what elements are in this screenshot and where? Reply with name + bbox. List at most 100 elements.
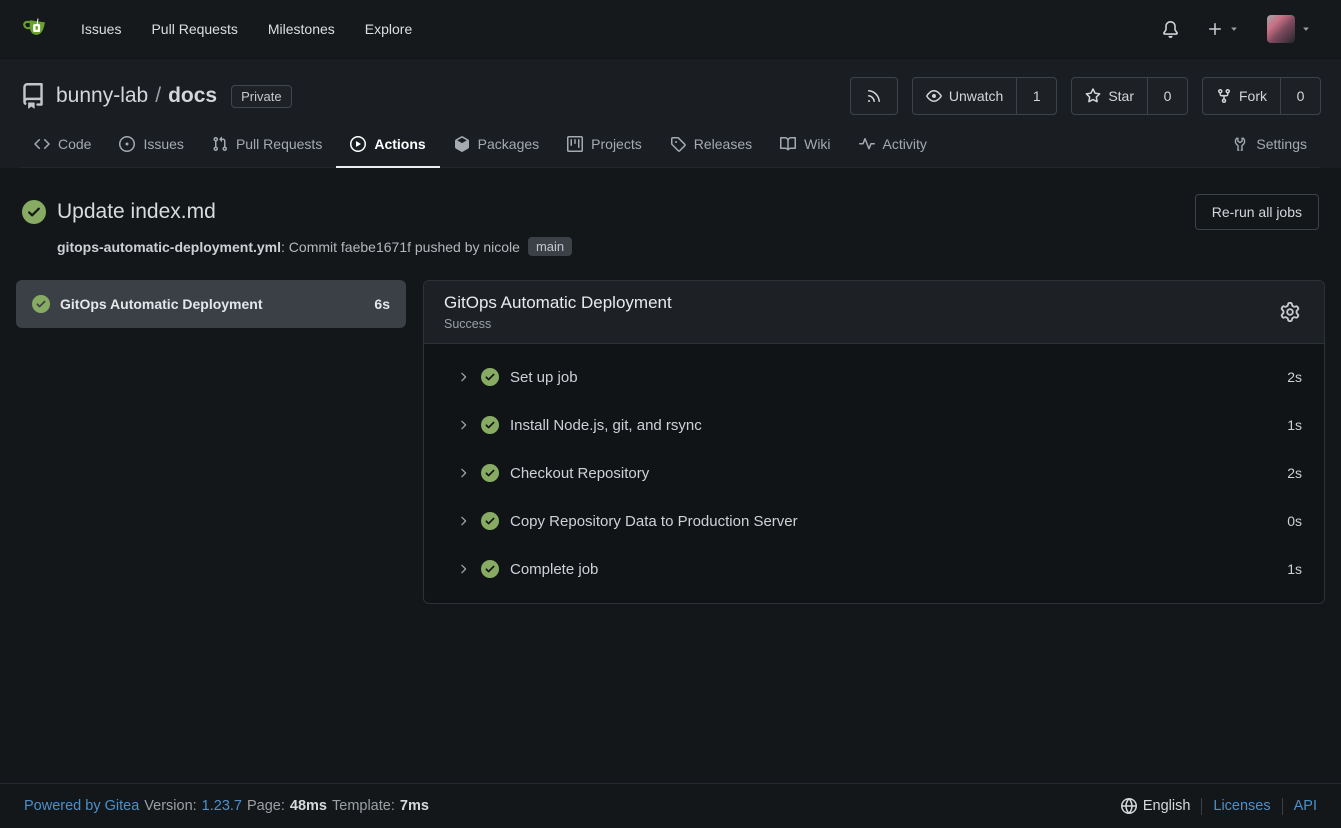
forks-count[interactable]: 0 [1280, 78, 1320, 114]
footer-right: English Licenses API [1121, 798, 1317, 815]
repo-action-buttons: Unwatch 1 Star 0 Fork [850, 77, 1321, 115]
step-row-copy-repository-data[interactable]: Copy Repository Data to Production Serve… [424, 497, 1324, 545]
watchers-count[interactable]: 1 [1016, 78, 1056, 114]
job-options-button[interactable] [1276, 298, 1304, 326]
tab-projects[interactable]: Projects [553, 123, 656, 168]
eye-icon [926, 88, 942, 104]
fork-label: Fork [1239, 88, 1267, 104]
tab-label: Releases [694, 136, 752, 152]
tab-issues[interactable]: Issues [105, 123, 197, 168]
repo-book-icon [20, 83, 46, 109]
step-row-checkout-repository[interactable]: Checkout Repository 2s [424, 449, 1324, 497]
tab-wiki[interactable]: Wiki [766, 123, 844, 168]
page-time-value: 48ms [290, 798, 327, 814]
repo-tabs: Code Issues Pull Requests Actions Packag… [20, 123, 1321, 168]
run-success-check-circle-icon [22, 200, 46, 224]
step-name: Complete job [510, 561, 598, 578]
job-success-check-circle-icon [32, 295, 50, 313]
tab-code[interactable]: Code [20, 123, 105, 168]
caret-down-icon [1229, 24, 1239, 34]
language-selector[interactable]: English [1121, 798, 1191, 814]
rss-feed-button[interactable] [851, 78, 897, 114]
project-icon [567, 136, 583, 152]
repo-title: bunny-lab / docs [56, 84, 217, 108]
step-duration: 2s [1287, 369, 1302, 385]
star-icon [1085, 88, 1101, 104]
run-body: GitOps Automatic Deployment 6s GitOps Au… [16, 280, 1325, 604]
job-list-item[interactable]: GitOps Automatic Deployment 6s [16, 280, 406, 328]
step-name: Checkout Repository [510, 465, 649, 482]
step-row-install-nodejs-git-rsync[interactable]: Install Node.js, git, and rsync 1s [424, 401, 1324, 449]
chevron-right-icon [456, 466, 470, 480]
chevron-right-icon [456, 370, 470, 384]
template-time-label: Template: [332, 798, 395, 814]
gitea-cup-icon [20, 14, 50, 44]
branch-badge[interactable]: main [528, 237, 572, 256]
nav-link-issues[interactable]: Issues [66, 13, 136, 45]
nav-link-pull-requests[interactable]: Pull Requests [136, 13, 252, 45]
tab-actions[interactable]: Actions [336, 123, 439, 168]
fork-button-group: Fork 0 [1202, 77, 1321, 115]
template-time-value: 7ms [400, 798, 429, 814]
tab-label: Actions [374, 136, 425, 152]
repo-owner-link[interactable]: bunny-lab [56, 84, 148, 108]
star-button[interactable]: Star [1072, 78, 1147, 114]
version-link[interactable]: 1.23.7 [202, 798, 242, 814]
rerun-all-jobs-button[interactable]: Re-run all jobs [1195, 194, 1319, 230]
job-steps-list: Set up job 2s Install Node.js, git, and … [424, 344, 1324, 603]
repo-name-link[interactable]: docs [168, 84, 217, 108]
nav-link-explore[interactable]: Explore [350, 13, 427, 45]
notifications-button[interactable] [1152, 13, 1189, 46]
star-label: Star [1108, 88, 1134, 104]
step-duration: 1s [1287, 561, 1302, 577]
rss-icon [866, 88, 882, 104]
watch-button-group: Unwatch 1 [912, 77, 1057, 115]
tabs-spacer [941, 123, 1219, 167]
user-avatar [1267, 15, 1295, 43]
settings-tools-icon [1232, 136, 1248, 152]
tab-label: Settings [1256, 136, 1307, 152]
step-duration: 0s [1287, 513, 1302, 529]
code-icon [34, 136, 50, 152]
run-title-row: Update index.md Re-run all jobs [16, 194, 1325, 230]
repo-title-row: bunny-lab / docs Private Unwatch [20, 77, 1321, 115]
nav-link-milestones[interactable]: Milestones [253, 13, 350, 45]
step-name: Copy Repository Data to Production Serve… [510, 513, 798, 530]
version-label: Version: [144, 798, 196, 814]
commit-info-text: : Commit faebe1671f pushed by nicole [281, 239, 520, 255]
tab-packages[interactable]: Packages [440, 123, 553, 168]
gear-icon [1280, 302, 1300, 322]
api-link[interactable]: API [1294, 798, 1317, 814]
tab-pull-requests[interactable]: Pull Requests [198, 123, 336, 168]
unwatch-button[interactable]: Unwatch [913, 78, 1016, 114]
user-menu[interactable] [1257, 7, 1321, 51]
licenses-link[interactable]: Licenses [1213, 798, 1270, 814]
caret-down-icon [1301, 24, 1311, 34]
stars-count[interactable]: 0 [1147, 78, 1187, 114]
run-subtitle: gitops-automatic-deployment.yml: Commit … [57, 237, 1325, 256]
job-panel-title: GitOps Automatic Deployment [444, 293, 672, 313]
tab-settings[interactable]: Settings [1218, 123, 1321, 168]
navbar-right [1152, 7, 1321, 51]
create-new-dropdown[interactable] [1197, 13, 1249, 45]
step-success-check-circle-icon [481, 560, 499, 578]
play-circle-icon [350, 136, 366, 152]
git-pull-request-icon [212, 136, 228, 152]
tab-label: Activity [883, 136, 927, 152]
step-row-set-up-job[interactable]: Set up job 2s [424, 353, 1324, 401]
globe-icon [1121, 798, 1137, 814]
tab-releases[interactable]: Releases [656, 123, 766, 168]
unwatch-label: Unwatch [949, 88, 1003, 104]
powered-by-gitea-link[interactable]: Powered by Gitea [24, 798, 139, 814]
step-name: Install Node.js, git, and rsync [510, 417, 702, 434]
job-name: GitOps Automatic Deployment [60, 296, 364, 312]
tab-label: Packages [478, 136, 539, 152]
tag-icon [670, 136, 686, 152]
tab-activity[interactable]: Activity [845, 123, 941, 168]
fork-button[interactable]: Fork [1203, 78, 1280, 114]
bell-icon [1162, 21, 1179, 38]
gitea-logo[interactable] [20, 14, 50, 44]
step-row-complete-job[interactable]: Complete job 1s [424, 545, 1324, 593]
step-success-check-circle-icon [481, 416, 499, 434]
repo-separator: / [155, 84, 161, 108]
